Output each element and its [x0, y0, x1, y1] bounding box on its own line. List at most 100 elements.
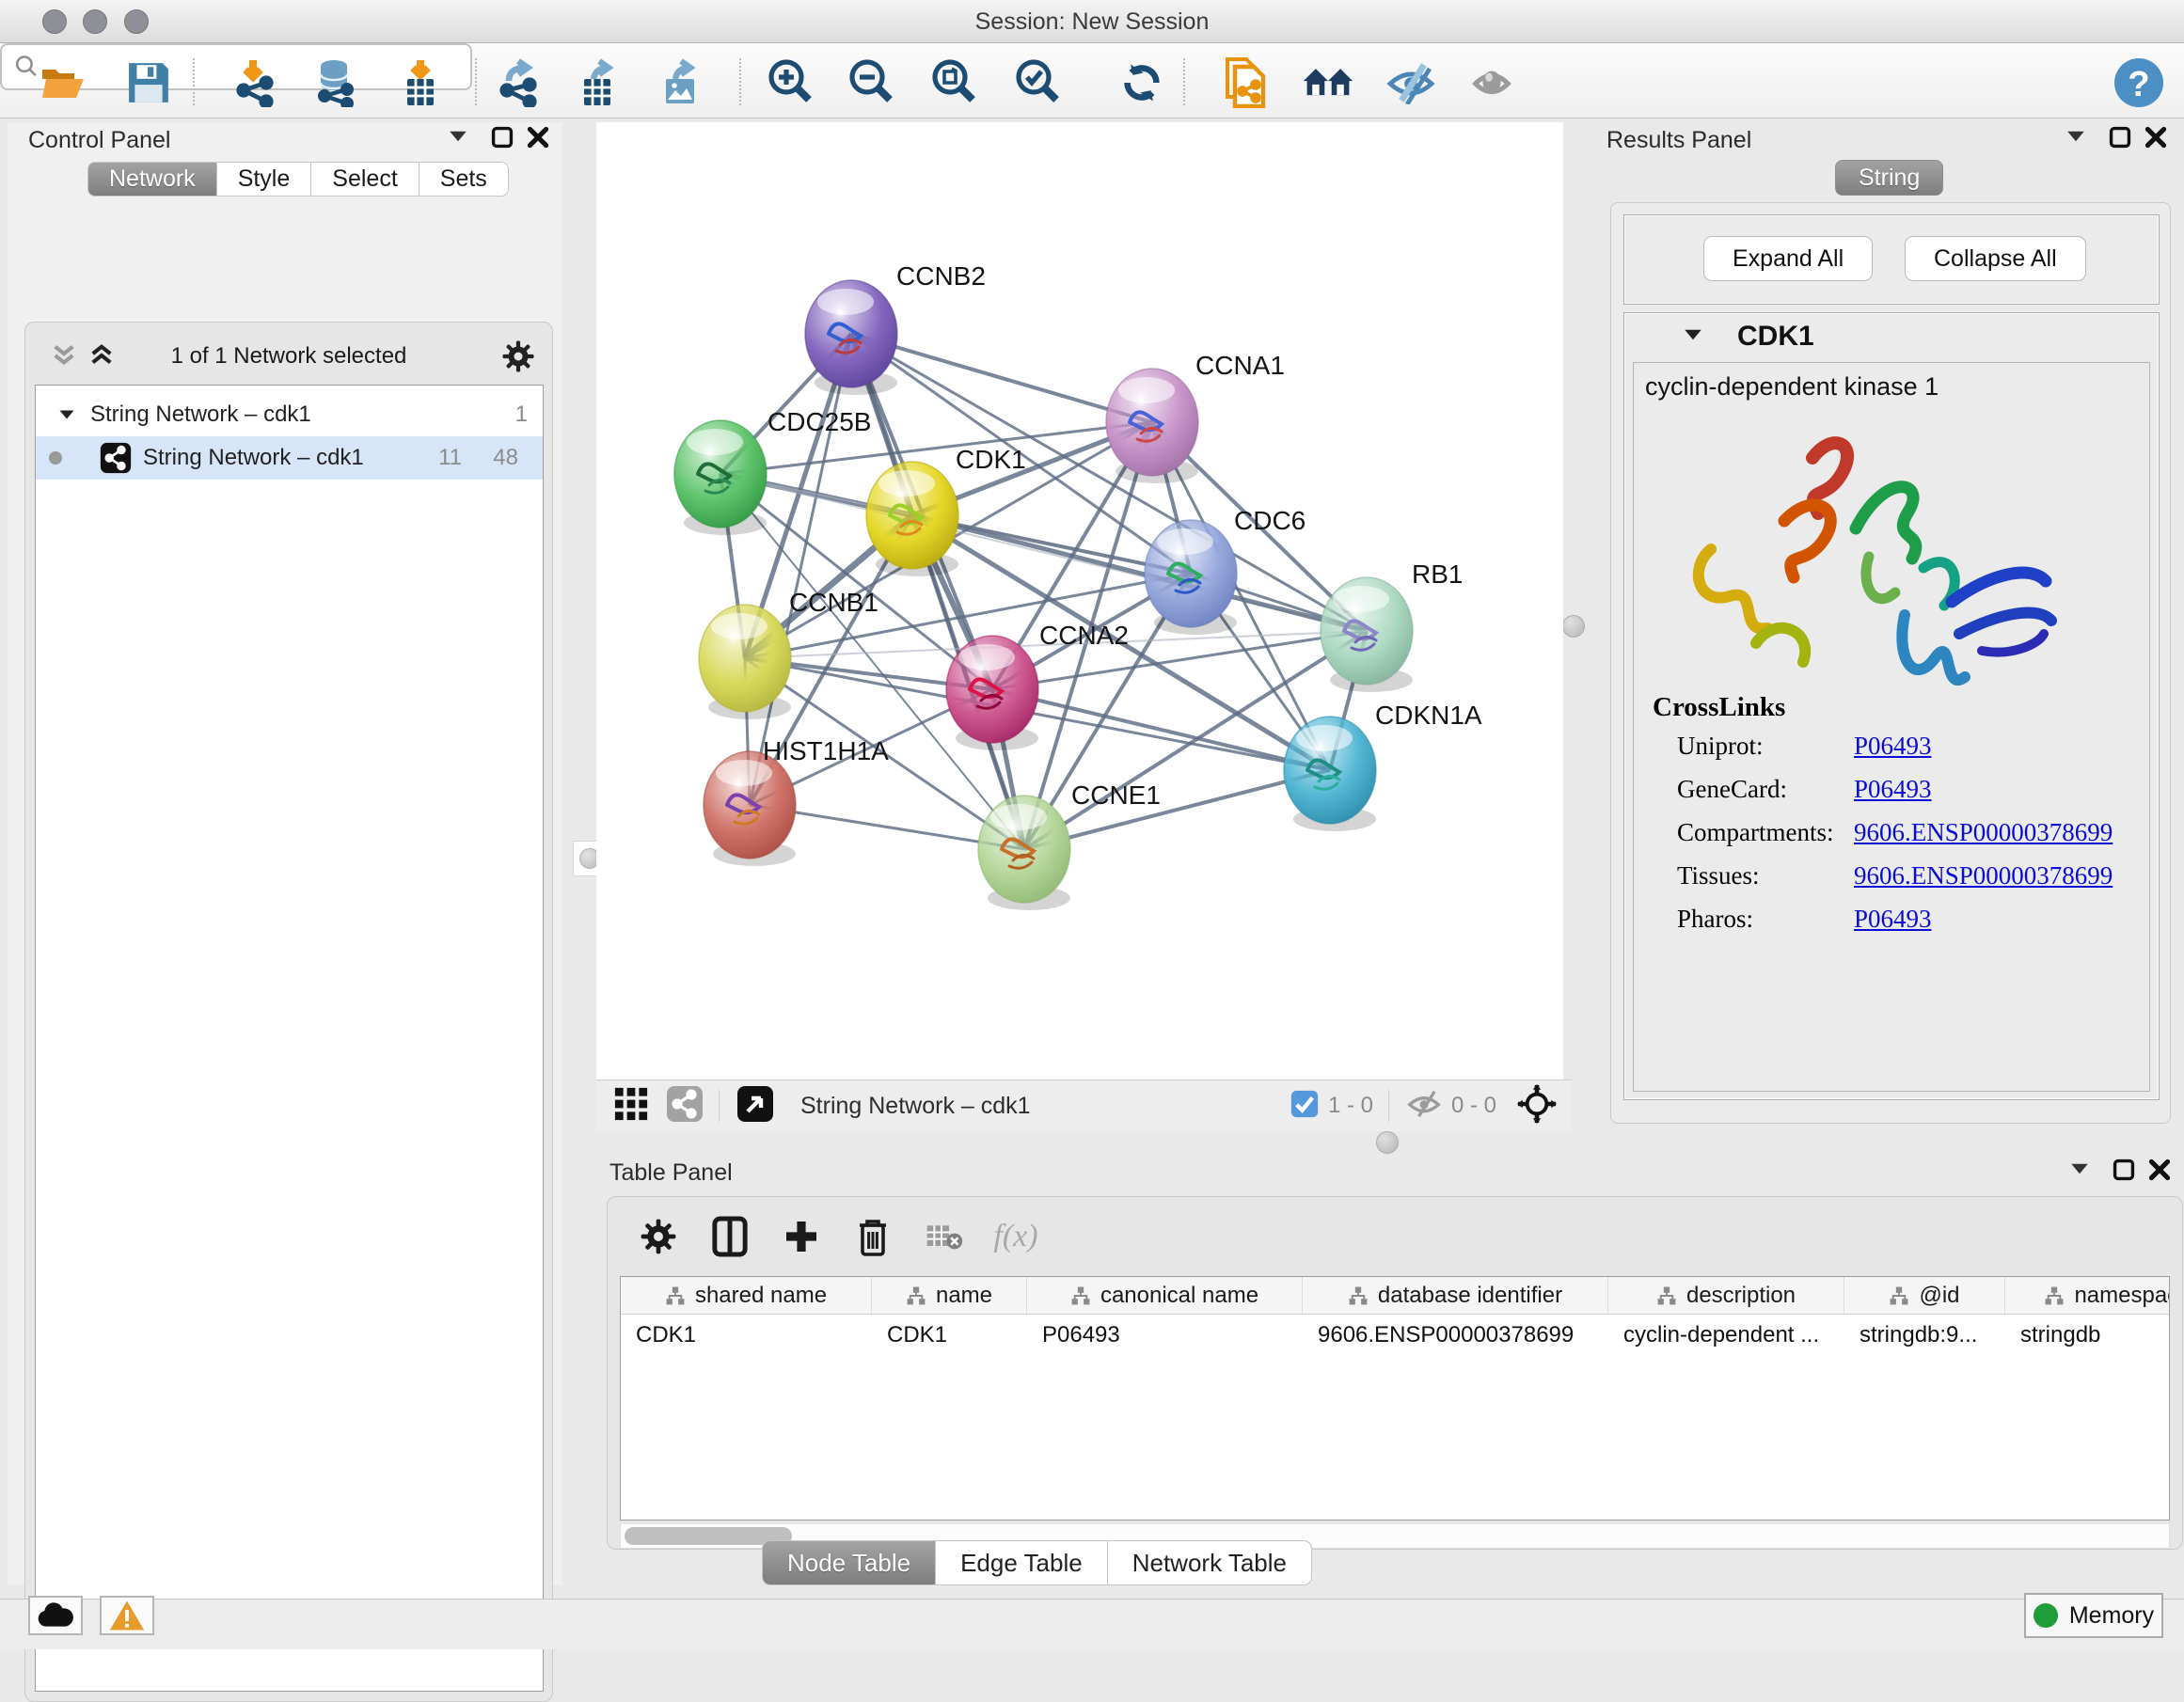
- view-mode-button[interactable]: [666, 1085, 704, 1127]
- birdseye-view-button[interactable]: [736, 1085, 774, 1127]
- network-collection-row[interactable]: String Network – cdk1 1: [36, 393, 543, 436]
- hidden-items-button[interactable]: [1406, 1089, 1442, 1124]
- column-header-canonical-name[interactable]: canonical name: [1027, 1277, 1303, 1314]
- network-node-rb1[interactable]: RB1: [1321, 559, 1463, 692]
- control-panel-close-button[interactable]: [527, 126, 549, 153]
- fit-content-button[interactable]: [1517, 1084, 1557, 1128]
- crosslink-link[interactable]: P06493: [1854, 732, 1932, 761]
- node-label-ccnb2: CCNB2: [896, 261, 986, 291]
- tab-network[interactable]: Network: [87, 162, 217, 197]
- network-node-ccne1[interactable]: CCNE1: [978, 780, 1161, 910]
- table-panel-title: Table Panel: [609, 1159, 733, 1186]
- gene-collapse-button[interactable]: [1683, 328, 1703, 346]
- expand-all-button[interactable]: Expand All: [1703, 236, 1873, 281]
- results-panel-float-button[interactable]: [2109, 126, 2131, 153]
- tree-expanded-icon: [1683, 328, 1703, 341]
- column-header-database-identifier[interactable]: database identifier: [1303, 1277, 1608, 1314]
- memory-button[interactable]: Memory: [2024, 1593, 2163, 1638]
- crosslink-link[interactable]: 9606.ENSP00000378699: [1854, 861, 2113, 890]
- selected-nodes-checkbox[interactable]: [1290, 1090, 1319, 1123]
- collapse-all-button[interactable]: Collapse All: [1905, 236, 2086, 281]
- zoom-out-button[interactable]: [845, 56, 897, 109]
- node-label-ccna2: CCNA2: [1039, 621, 1129, 650]
- control-panel-title: Control Panel: [28, 127, 170, 154]
- export-network-button[interactable]: [492, 56, 545, 109]
- cloud-status-button[interactable]: [28, 1596, 83, 1635]
- network-row[interactable]: String Network – cdk1 11 48: [36, 436, 543, 480]
- tab-select[interactable]: Select: [311, 162, 419, 197]
- tab-edge-table[interactable]: Edge Table: [936, 1540, 1108, 1585]
- zoom-in-icon: [766, 58, 815, 107]
- table-panel-close-button[interactable]: [2148, 1158, 2171, 1186]
- table-cell[interactable]: CDK1: [621, 1315, 872, 1356]
- zoom-fit-button[interactable]: [927, 56, 980, 109]
- crosslinks-title: CrossLinks: [1653, 692, 1785, 723]
- network-edge[interactable]: [992, 689, 1330, 770]
- network-options-button[interactable]: [501, 339, 535, 378]
- help-icon: ?: [2113, 56, 2165, 109]
- select-columns-button[interactable]: [705, 1212, 754, 1261]
- network-node-cdkn1a[interactable]: CDKN1A: [1284, 701, 1482, 831]
- control-panel-collapse-button[interactable]: [448, 130, 468, 148]
- table-cell[interactable]: CDK1: [872, 1315, 1027, 1356]
- float-window-icon: [491, 126, 514, 149]
- column-header-shared-name[interactable]: shared name: [621, 1277, 872, 1314]
- import-table-button[interactable]: [394, 56, 447, 109]
- hide-selected-button[interactable]: [1385, 56, 1437, 109]
- refresh-button[interactable]: [1116, 56, 1168, 109]
- home-button[interactable]: [1302, 56, 1354, 109]
- network-edge[interactable]: [1024, 770, 1330, 849]
- delete-column-button[interactable]: [848, 1212, 897, 1261]
- show-all-button[interactable]: [1465, 56, 1518, 109]
- string-protein-query-button[interactable]: [1219, 56, 1272, 109]
- import-network-file-button[interactable]: [229, 56, 281, 109]
- column-header-name[interactable]: name: [872, 1277, 1027, 1314]
- add-column-button[interactable]: [777, 1212, 826, 1261]
- column-header--id[interactable]: @id: [1844, 1277, 2005, 1314]
- help-button[interactable]: ?: [2113, 56, 2165, 109]
- import-network-database-button[interactable]: [308, 56, 360, 109]
- crosslink-row: GeneCard:P06493: [1677, 775, 1787, 804]
- zoom-in-button[interactable]: [764, 56, 816, 109]
- table-cell[interactable]: P06493: [1027, 1315, 1303, 1356]
- save-session-button[interactable]: [122, 56, 175, 109]
- table-cell[interactable]: cyclin-dependent ...: [1608, 1315, 1844, 1356]
- control-panel-float-button[interactable]: [491, 126, 514, 153]
- tab-sets[interactable]: Sets: [419, 162, 509, 197]
- network-edge[interactable]: [750, 334, 851, 805]
- column-header-description[interactable]: description: [1608, 1277, 1844, 1314]
- table-cell[interactable]: stringdb: [2005, 1315, 2170, 1356]
- network-canvas[interactable]: CCNB2CCNA1CDC25BCDK1CDC6RB1CCNB1CCNA2CDK…: [596, 122, 1563, 1080]
- tab-style[interactable]: Style: [217, 162, 312, 197]
- table-panel-collapse-button[interactable]: [2069, 1162, 2090, 1180]
- table-cell[interactable]: 9606.ENSP00000378699: [1303, 1315, 1608, 1356]
- crosslink-link[interactable]: P06493: [1854, 775, 1932, 804]
- crosslink-link[interactable]: P06493: [1854, 905, 1932, 934]
- delete-table-button[interactable]: [920, 1212, 969, 1261]
- tab-node-table[interactable]: Node Table: [762, 1540, 936, 1585]
- table-settings-button[interactable]: [634, 1212, 683, 1261]
- export-image-button[interactable]: [655, 56, 707, 109]
- function-builder-button[interactable]: f(x): [991, 1212, 1040, 1261]
- table-cell[interactable]: stringdb:9...: [1844, 1315, 2005, 1356]
- column-header-namespace[interactable]: namespace: [2005, 1277, 2170, 1314]
- open-session-button[interactable]: [38, 56, 90, 109]
- tab-network-table[interactable]: Network Table: [1108, 1540, 1312, 1585]
- results-panel-collapse-button[interactable]: [2065, 130, 2086, 148]
- bottom-splitter-handle[interactable]: [1376, 1131, 1399, 1154]
- results-panel-close-button[interactable]: [2144, 126, 2167, 153]
- table-panel-float-button[interactable]: [2113, 1158, 2135, 1186]
- network-node-hist1h1a[interactable]: HIST1H1A: [704, 736, 889, 866]
- table-row[interactable]: CDK1CDK1P064939606.ENSP00000378699cyclin…: [621, 1315, 2169, 1356]
- warnings-button[interactable]: [100, 1596, 154, 1635]
- show-grid-button[interactable]: [613, 1086, 649, 1127]
- zoom-selected-button[interactable]: [1011, 56, 1064, 109]
- hidden-counts: 0 - 0: [1451, 1093, 1496, 1119]
- network-node-ccnb2[interactable]: CCNB2: [805, 261, 986, 395]
- tab-string[interactable]: String: [1835, 160, 1943, 196]
- network-node-cdc6[interactable]: CDC6: [1145, 506, 1306, 635]
- network-node-ccna2[interactable]: CCNA2: [946, 621, 1129, 750]
- export-table-button[interactable]: [573, 56, 625, 109]
- network-edge-count: 48: [493, 445, 518, 471]
- crosslink-link[interactable]: 9606.ENSP00000378699: [1854, 818, 2113, 847]
